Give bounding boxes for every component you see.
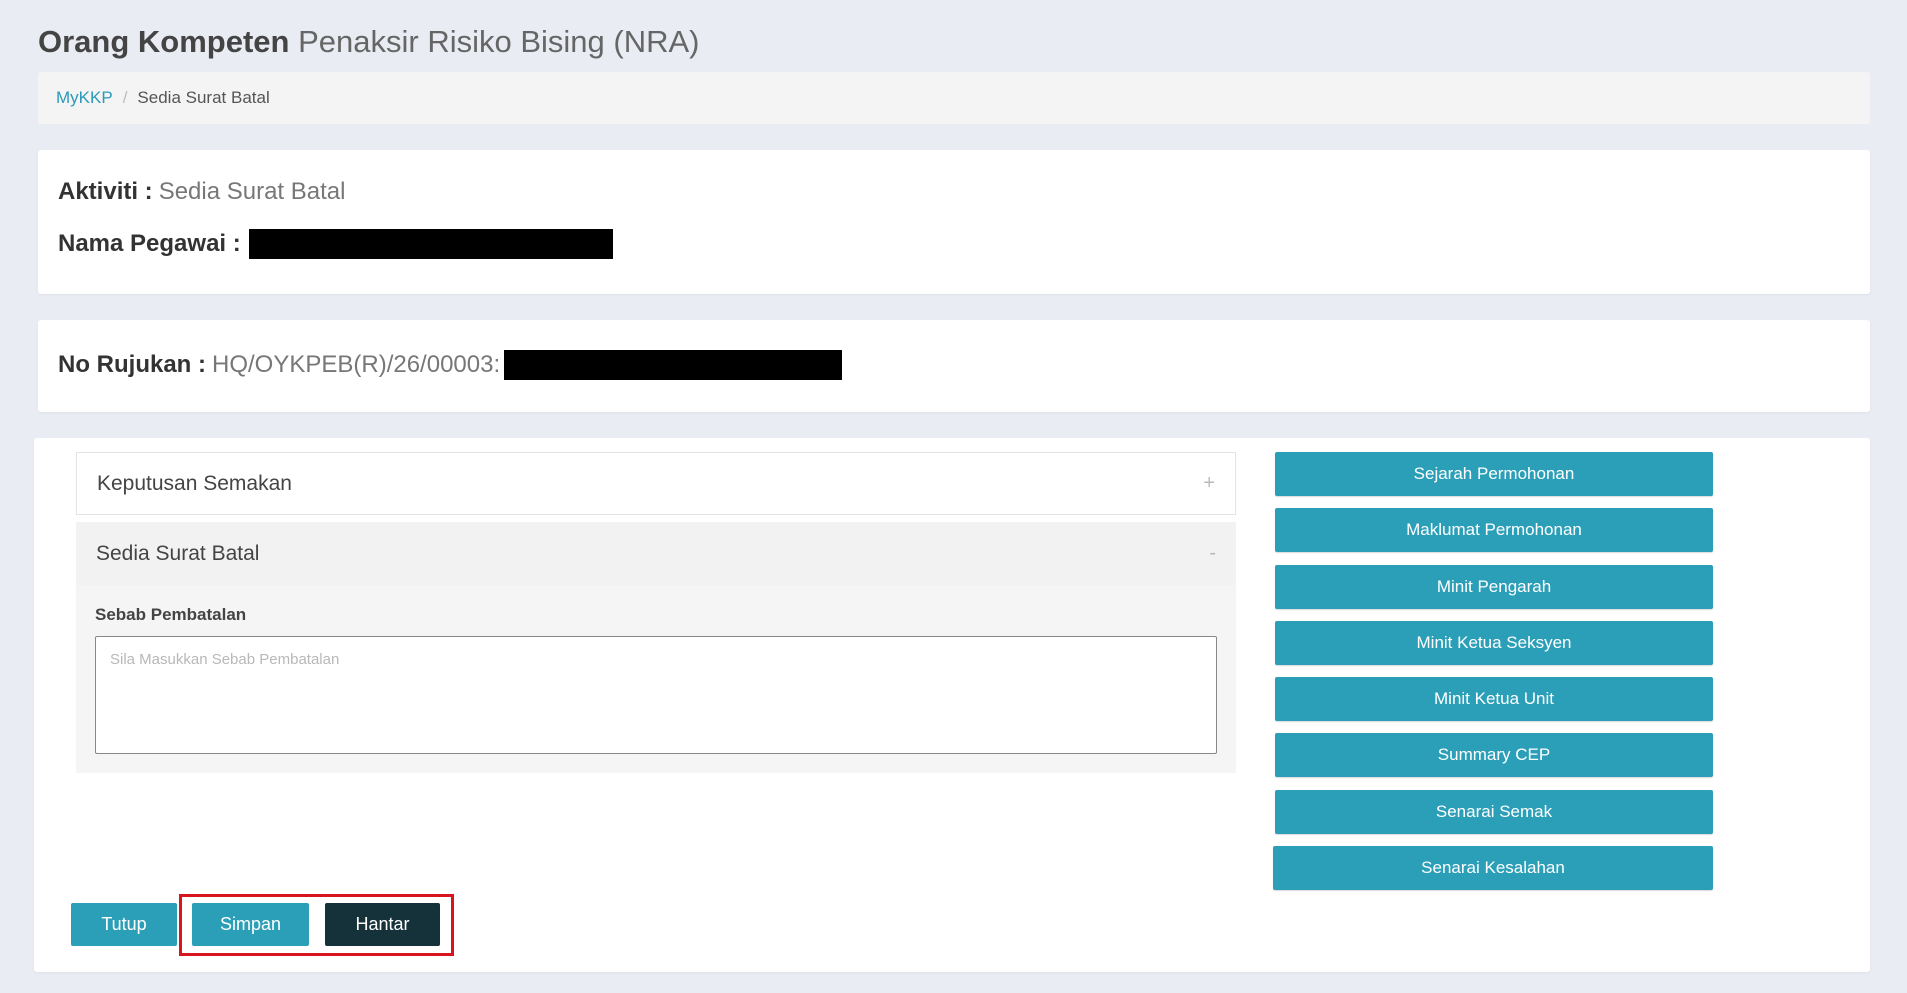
accordion-body: Sebab Pembatalan	[76, 585, 1236, 773]
activity-info-card: Aktiviti : Sedia Surat Batal Nama Pegawa…	[38, 150, 1870, 294]
accordion-sedia-surat-batal[interactable]: Sedia Surat Batal -	[76, 522, 1236, 585]
minus-icon[interactable]: -	[1209, 542, 1216, 565]
save-button[interactable]: Simpan	[192, 903, 309, 946]
activity-label: Aktiviti :	[58, 178, 153, 205]
breadcrumb-home-link[interactable]: MyKKP	[56, 88, 113, 108]
minit-ketua-unit-button[interactable]: Minit Ketua Unit	[1275, 677, 1713, 721]
senarai-kesalahan-button[interactable]: Senarai Kesalahan	[1273, 846, 1713, 890]
breadcrumb-current: Sedia Surat Batal	[137, 88, 270, 107]
reference-card: No Rujukan : HQ/OYKPEB(R)/26/00003:	[38, 320, 1870, 412]
accordion-title: Sedia Surat Batal	[96, 541, 260, 565]
reference-redacted	[504, 350, 843, 380]
breadcrumb: MyKKP / Sedia Surat Batal	[38, 72, 1870, 124]
reference-row: No Rujukan : HQ/OYKPEB(R)/26/00003:	[58, 350, 843, 380]
accordion-title: Keputusan Semakan	[97, 471, 292, 495]
minit-pengarah-button[interactable]: Minit Pengarah	[1275, 565, 1713, 609]
page-title: Orang Kompeten Penaksir Risiko Bising (N…	[38, 24, 699, 60]
reference-label: No Rujukan :	[58, 351, 206, 378]
minit-ketua-seksyen-button[interactable]: Minit Ketua Seksyen	[1275, 621, 1713, 665]
summary-cep-button[interactable]: Summary CEP	[1275, 733, 1713, 777]
officer-name-redacted	[248, 229, 613, 259]
accordion-keputusan-semakan[interactable]: Keputusan Semakan +	[76, 452, 1236, 515]
activity-value: Sedia Surat Batal	[158, 178, 346, 205]
cancel-reason-label: Sebab Pembatalan	[95, 605, 247, 624]
breadcrumb-separator: /	[122, 88, 128, 107]
page-title-bold: Orang Kompeten	[38, 24, 290, 59]
page-subtitle: Penaksir Risiko Bising (NRA)	[298, 24, 700, 59]
officer-name-label: Nama Pegawai :	[58, 230, 241, 257]
plus-icon[interactable]: +	[1203, 472, 1215, 495]
submit-button[interactable]: Hantar	[325, 903, 440, 946]
officer-row: Nama Pegawai :	[58, 229, 613, 259]
maklumat-permohonan-button[interactable]: Maklumat Permohonan	[1275, 508, 1713, 552]
reference-value: HQ/OYKPEB(R)/26/00003:	[212, 351, 501, 378]
page: Orang Kompeten Penaksir Risiko Bising (N…	[0, 0, 1907, 993]
cancel-reason-textarea[interactable]	[95, 636, 1217, 754]
senarai-semak-button[interactable]: Senarai Semak	[1275, 790, 1713, 834]
close-button[interactable]: Tutup	[71, 903, 177, 946]
activity-row: Aktiviti : Sedia Surat Batal	[58, 178, 345, 206]
sejarah-permohonan-button[interactable]: Sejarah Permohonan	[1275, 452, 1713, 496]
